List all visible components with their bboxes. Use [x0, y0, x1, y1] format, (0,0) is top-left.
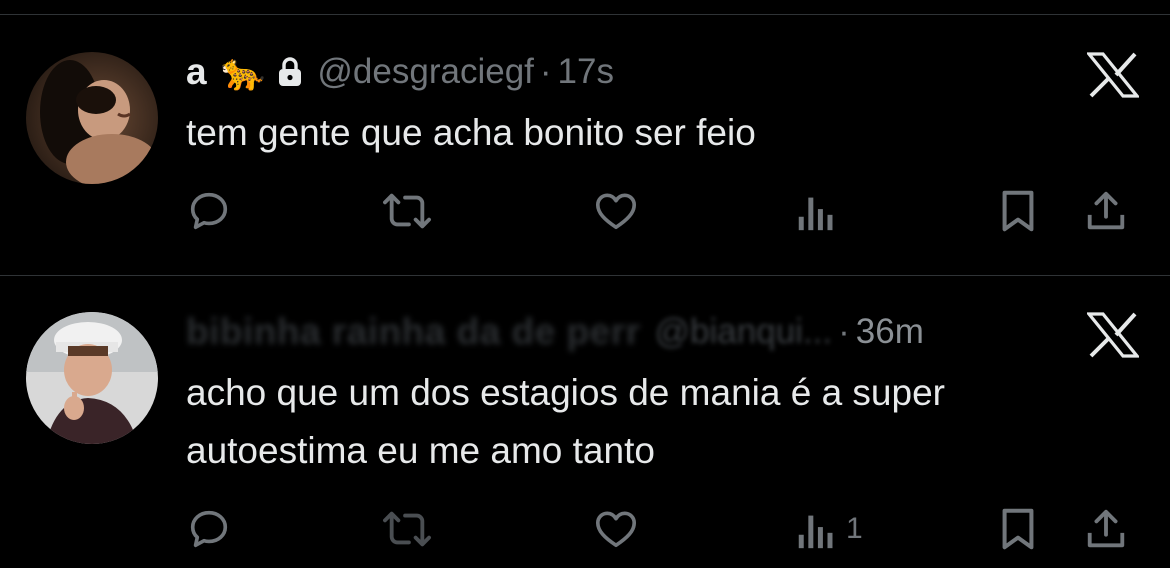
top-divider [0, 14, 1170, 15]
separator-dot: · [838, 312, 850, 351]
retweet-button[interactable] [382, 506, 442, 552]
reply-icon [190, 192, 228, 230]
bookmark-icon [1002, 508, 1034, 550]
handle[interactable]: @bianqui... [655, 312, 833, 352]
lock-icon [277, 57, 303, 87]
handle[interactable]: @desgraciegf [317, 52, 533, 92]
reply-button[interactable] [186, 188, 242, 234]
retweet-button[interactable] [382, 188, 442, 234]
avatar[interactable] [26, 312, 158, 444]
tweet-header: a 🐆 @desgraciegf · 17s [186, 50, 614, 94]
timestamp[interactable]: 36m [856, 312, 924, 352]
like-button[interactable] [592, 506, 650, 552]
tweet-actions: 1 [186, 506, 1136, 552]
bookmark-icon [1002, 190, 1034, 232]
tweet-text: acho que um dos estagios de mania é a su… [186, 372, 945, 471]
reply-button[interactable] [186, 506, 242, 552]
bookmark-button[interactable] [996, 188, 1040, 234]
bookmark-button[interactable] [996, 506, 1040, 552]
share-button[interactable] [1082, 188, 1130, 234]
like-button[interactable] [592, 188, 650, 234]
separator-dot: · [539, 52, 552, 91]
reply-icon [190, 510, 228, 548]
x-logo-icon [1085, 52, 1141, 103]
share-icon [1087, 191, 1125, 230]
avatar[interactable] [26, 52, 158, 184]
share-icon [1087, 509, 1125, 548]
views-button[interactable] [796, 188, 846, 234]
views-button[interactable]: 1 [796, 506, 863, 552]
like-icon [595, 193, 637, 230]
views-icon [798, 197, 833, 231]
tweet-divider [0, 275, 1170, 276]
display-name[interactable]: a [186, 51, 207, 93]
like-icon [595, 511, 637, 548]
retweet-icon [383, 193, 431, 229]
tweet-header: bibinha rainha da de perr @bianqui... · … [186, 310, 924, 354]
display-name[interactable]: bibinha rainha da de perr [186, 311, 641, 353]
timestamp[interactable]: 17s [558, 52, 614, 92]
share-button[interactable] [1082, 506, 1130, 552]
tweet-text: tem gente que acha bonito ser feio [186, 112, 756, 153]
x-logo-icon [1085, 312, 1141, 363]
views-count: 1 [846, 512, 863, 545]
views-icon [798, 515, 833, 549]
tweet-actions [186, 188, 1136, 234]
leopard-emoji: 🐆 [220, 51, 266, 92]
retweet-icon [383, 511, 431, 547]
